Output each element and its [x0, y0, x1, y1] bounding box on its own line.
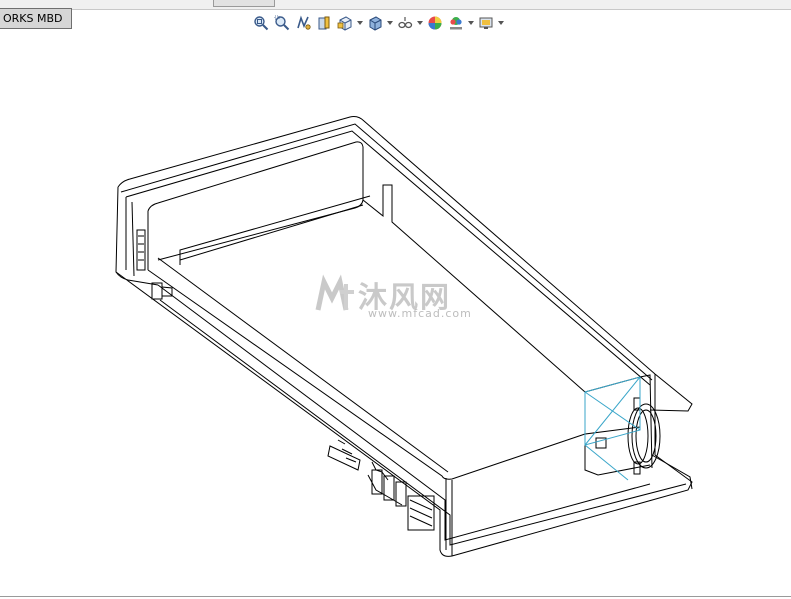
display-style-icon[interactable]: [365, 13, 385, 33]
view-settings-icon[interactable]: [476, 13, 496, 33]
appearance-icon[interactable]: [425, 13, 445, 33]
model-front-port-lines: [409, 499, 433, 527]
model-floor-back2: [179, 195, 371, 265]
model-right-lip: [649, 373, 693, 412]
model-floor-back: [179, 204, 364, 261]
model-bottom-flange: [651, 454, 693, 490]
model-front-port-2: [383, 475, 395, 501]
view-orientation-icon[interactable]: [335, 13, 355, 33]
hide-show-icon[interactable]: [395, 13, 415, 33]
zoom-fit-icon[interactable]: [251, 13, 271, 33]
selected-document-tab[interactable]: [213, 0, 275, 7]
watermark-url-text: www.mfcad.com: [368, 307, 472, 320]
model-left-connector-pins: [138, 235, 144, 261]
zoom-area-icon[interactable]: [272, 13, 292, 33]
model-front-bottom3: [159, 299, 687, 546]
graphics-area[interactable]: 沐风网 www.mfcad.com: [0, 36, 791, 594]
hide-show-dropdown-arrow[interactable]: [416, 13, 424, 33]
scene-icon[interactable]: [446, 13, 466, 33]
model-front-connector: [367, 461, 403, 506]
model-rim-back-inner: [120, 123, 653, 381]
model-left-clip: [151, 282, 163, 300]
view-orientation-dropdown-arrow[interactable]: [356, 13, 364, 33]
mbd-tab[interactable]: ORKS MBD: [0, 8, 72, 29]
display-style-dropdown-arrow[interactable]: [386, 13, 394, 33]
scene-dropdown-arrow[interactable]: [467, 13, 475, 33]
status-divider: [0, 596, 791, 597]
model-end-fan-back: [627, 407, 649, 465]
model-selected-edge: [584, 444, 629, 481]
section-view-icon[interactable]: [314, 13, 334, 33]
top-menu-strip: [0, 0, 791, 10]
model-rim-back-inner2: [125, 130, 651, 386]
heads-up-view-toolbar: [251, 12, 505, 34]
watermark: 沐风网 www.mfcad.com: [314, 274, 484, 324]
model-left-wall-edge2: [131, 201, 135, 277]
model-right-end-block: [584, 376, 641, 435]
view-settings-dropdown-arrow[interactable]: [497, 13, 505, 33]
previous-view-icon[interactable]: [293, 13, 313, 33]
mf-logo: [315, 274, 354, 311]
model-rim-back-outer: [117, 116, 656, 375]
